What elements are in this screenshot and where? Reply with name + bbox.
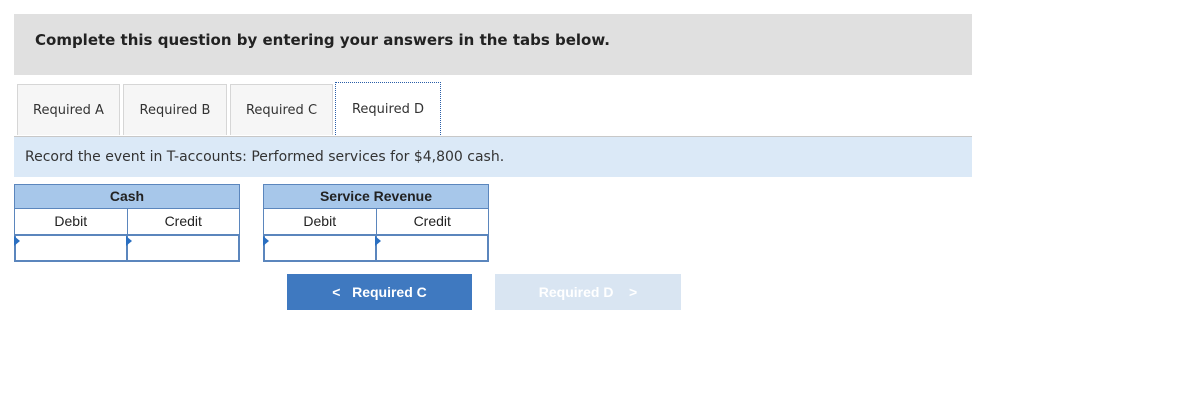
service-revenue-debit-input[interactable] xyxy=(265,236,375,260)
t-account-title: Cash xyxy=(14,184,240,209)
t-account-title: Service Revenue xyxy=(263,184,489,209)
credit-header: Credit xyxy=(376,209,489,235)
tab-required-d[interactable]: Required D xyxy=(335,82,441,137)
credit-cell xyxy=(375,235,489,262)
tab-required-a[interactable]: Required A xyxy=(17,84,120,135)
instructions-header: Complete this question by entering your … xyxy=(14,14,972,75)
cash-credit-input[interactable] xyxy=(128,236,238,260)
previous-button-label: Required C xyxy=(352,284,427,300)
t-account-service-revenue: Service Revenue Debit Credit xyxy=(263,184,489,262)
debit-cell xyxy=(263,235,376,262)
next-button-label: Required D xyxy=(538,284,614,300)
debit-header: Debit xyxy=(263,209,377,235)
previous-required-c-button[interactable]: < Required C xyxy=(287,274,472,310)
tab-required-b[interactable]: Required B xyxy=(123,84,227,135)
chevron-right-icon: > xyxy=(629,284,638,300)
credit-cell xyxy=(126,235,240,262)
tab-required-c[interactable]: Required C xyxy=(230,84,333,135)
t-account-cash: Cash Debit Credit xyxy=(14,184,240,262)
header-title: Complete this question by entering your … xyxy=(35,31,610,49)
service-revenue-credit-input[interactable] xyxy=(377,236,487,260)
chevron-left-icon: < xyxy=(332,284,341,300)
credit-header: Credit xyxy=(127,209,240,235)
instruction-bar: Record the event in T-accounts: Performe… xyxy=(14,137,972,177)
debit-header: Debit xyxy=(14,209,128,235)
cash-debit-input[interactable] xyxy=(16,236,126,260)
next-required-d-button[interactable]: Required D > xyxy=(495,274,681,310)
instruction-text: Record the event in T-accounts: Performe… xyxy=(25,149,505,165)
debit-cell xyxy=(14,235,127,262)
